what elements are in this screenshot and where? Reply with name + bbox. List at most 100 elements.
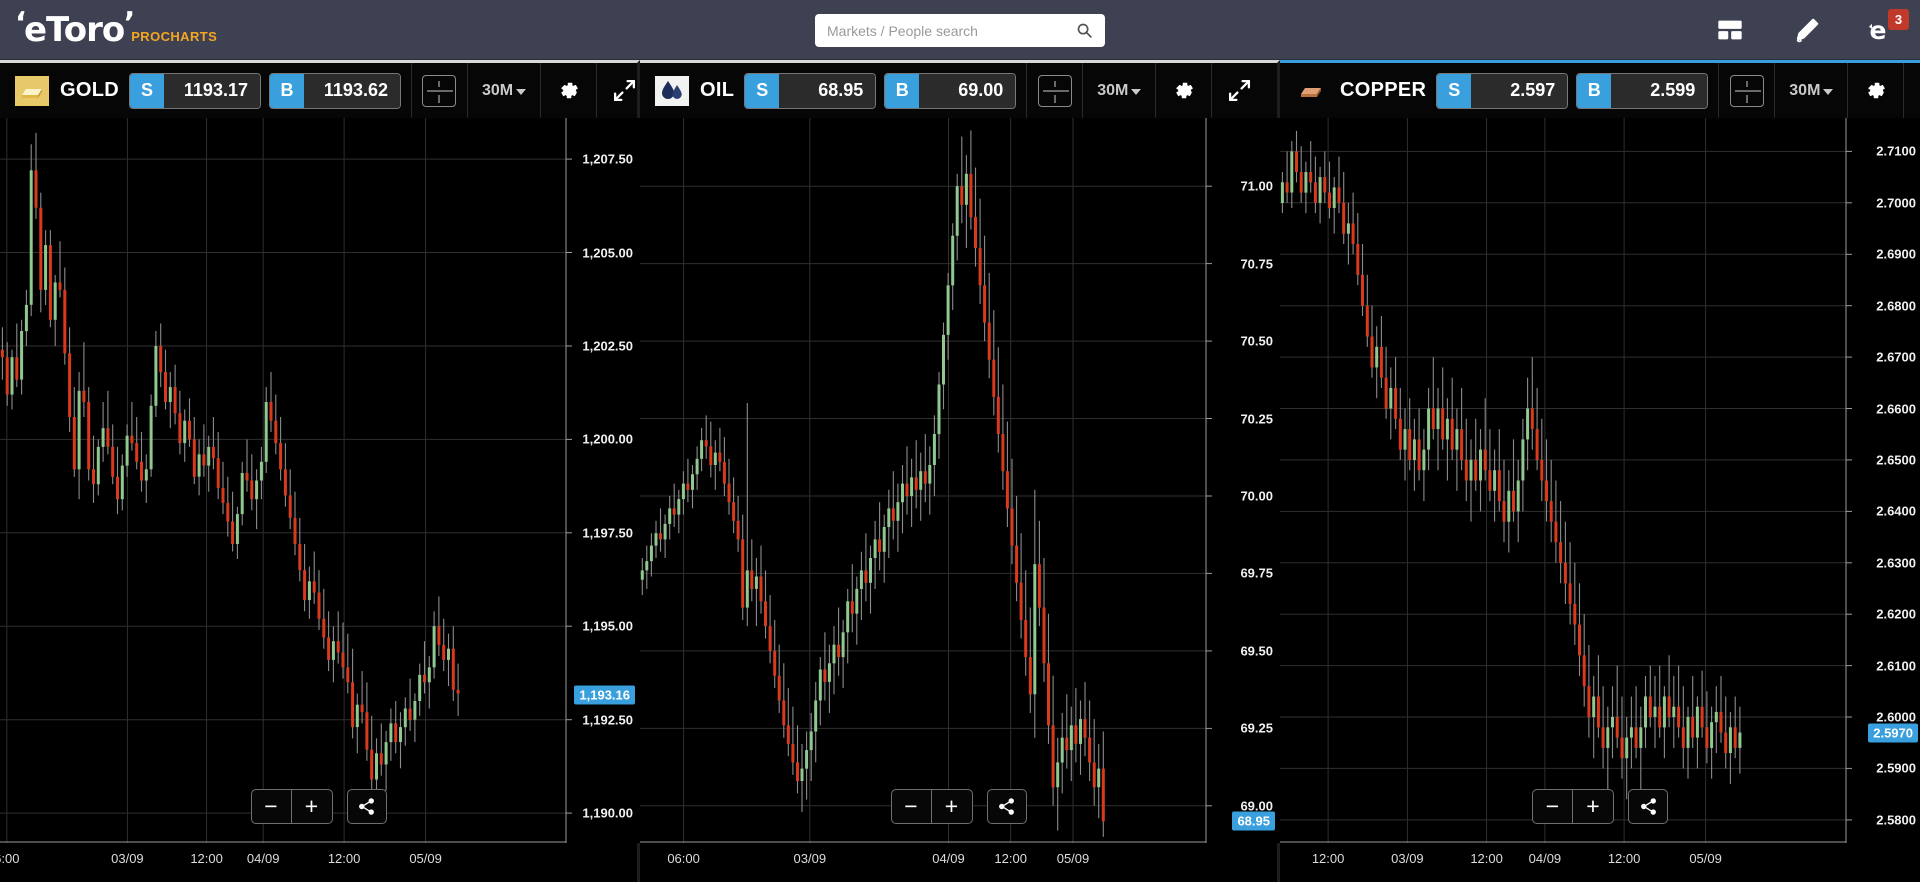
search-input[interactable] [827,22,1076,39]
settings-button-gold[interactable] [541,63,596,118]
x-tick-label: 03/09 [793,851,827,866]
fullscreen-button-oil[interactable] [1212,63,1267,118]
asset-name-copper: COPPER [1340,79,1427,101]
layout-grid-icon[interactable] [1714,14,1746,46]
plot-copper[interactable] [1280,118,1920,843]
asset-info-gold[interactable]: GOLD [0,63,119,118]
x-tick-label: 05/09 [1689,851,1722,866]
chart-controls-oil: − + [890,789,1027,824]
panel-toolbar-gold: GOLD S 1193.17 B 1193.62 30M [0,63,637,118]
chart-area-gold[interactable]: 1,207.50 1,205.00 1,202.50 1,200.00 1,197.50… [0,118,640,882]
fullscreen-button-copper[interactable] [1904,63,1920,118]
zoom-out-button-copper[interactable]: − [1533,790,1573,823]
timeframe-selector-gold[interactable]: 30M [468,82,540,100]
chart-area-oil[interactable]: 71.00 70.75 70.50 70.25 70.00 69.75 69.50 69.25… [640,118,1280,882]
procharts-label: PROCHARTS [131,28,218,44]
sell-price: 68.95 [779,73,876,108]
zoom-out-button-oil[interactable]: − [892,790,932,823]
chevron-down-icon [516,89,527,95]
x-axis-gold: 6:00 03/09 12:00 04/09 12:00 05/09 [0,840,637,882]
chart-panel-oil[interactable]: OIL S 68.95 B 69.00 30M 71.00 70.75 70.5… [640,60,1280,882]
share-button-oil[interactable] [986,789,1027,824]
sell-price: 1193.17 [163,73,260,108]
buy-price: 2.599 [1611,73,1708,108]
x-tick-label: 12:00 [190,851,223,866]
sell-label: S [745,73,780,108]
search-bar[interactable] [815,14,1105,47]
buy-price: 1193.62 [303,73,400,108]
plot-gold[interactable] [0,118,640,843]
sell-label: S [1437,73,1472,108]
buy-label: B [885,73,920,108]
buy-label: B [1577,73,1612,108]
chart-panels: GOLD S 1193.17 B 1193.62 30M 1,207.50 1,… [0,60,1920,882]
zoom-in-button-gold[interactable]: + [292,790,332,823]
x-axis-copper: 12:00 03/09 12:00 04/09 12:00 05/09 [1280,840,1920,882]
buy-label: B [269,73,304,108]
buy-quote-oil[interactable]: B 69.00 [884,72,1017,109]
search-icon[interactable] [1076,22,1093,39]
x-tick-label: 05/09 [1056,851,1090,866]
x-tick-label: 12:00 [994,851,1027,866]
gold-bar-icon [15,75,49,106]
toolbar-buttons-oil: 30M [1026,63,1267,118]
x-tick-label: 04/09 [246,851,280,866]
etoro-avatar-icon[interactable]: e 3 [1866,9,1909,46]
pencil-icon[interactable] [1790,14,1822,46]
svg-text:e: e [1870,16,1887,45]
asset-name-oil: OIL [700,79,735,101]
chevron-down-icon [1823,89,1834,95]
zoom-group-copper: − + [1532,789,1614,824]
sell-price: 2.597 [1471,73,1568,108]
asset-info-copper[interactable]: COPPER [1280,63,1426,118]
oil-drop-icon [655,75,689,106]
quotes-copper: S 2.597 B 2.599 [1436,72,1709,109]
zoom-group-oil: − + [890,789,973,824]
chart-panel-copper[interactable]: COPPER S 2.597 B 2.599 30M 2.7100 2.7000… [1280,60,1920,882]
buy-quote-gold[interactable]: B 1193.62 [268,72,401,109]
etoro-wordmark: eToro [15,9,135,47]
brand-logo: eToro PROCHARTS [0,9,218,47]
asset-name-gold: GOLD [60,79,119,101]
buy-price: 69.00 [919,73,1016,108]
copper-bar-icon [1295,76,1329,106]
x-tick-label: 05/09 [409,851,442,866]
timeframe-label: 30M [481,81,514,99]
crosshair-tool-copper[interactable] [1719,63,1774,118]
chart-controls-gold: − + [250,789,387,824]
x-tick-label: 06:00 [667,851,700,866]
plot-oil[interactable] [640,118,1280,843]
zoom-out-button-gold[interactable]: − [252,790,292,823]
panel-toolbar-oil: OIL S 68.95 B 69.00 30M [640,63,1277,118]
x-tick-label: 03/09 [111,851,144,866]
zoom-in-button-oil[interactable]: + [932,790,972,823]
quotes-gold: S 1193.17 B 1193.62 [128,72,401,109]
chart-controls-copper: − + [1532,789,1668,824]
asset-info-oil[interactable]: OIL [640,63,734,118]
quotes-oil: S 68.95 B 69.00 [744,72,1017,109]
header-actions: e 3 [1714,0,1909,60]
timeframe-selector-copper[interactable]: 30M [1775,82,1847,100]
chart-panel-gold[interactable]: GOLD S 1193.17 B 1193.62 30M 1,207.50 1,… [0,60,640,882]
timeframe-label: 30M [1097,81,1129,99]
sell-quote-oil[interactable]: S 68.95 [744,72,877,109]
buy-quote-copper[interactable]: B 2.599 [1576,72,1709,109]
settings-button-copper[interactable] [1848,63,1903,118]
share-button-gold[interactable] [346,789,387,824]
timeframe-label: 30M [1789,81,1821,99]
zoom-in-button-copper[interactable]: + [1573,790,1613,823]
sell-quote-copper[interactable]: S 2.597 [1436,72,1569,109]
crosshair-tool-oil[interactable] [1027,63,1082,118]
x-tick-label: 12:00 [1470,851,1503,866]
x-tick-label: 12:00 [327,851,361,866]
share-button-copper[interactable] [1628,789,1668,824]
timeframe-selector-oil[interactable]: 30M [1083,82,1155,100]
sell-quote-gold[interactable]: S 1193.17 [128,72,261,109]
crosshair-tool-gold[interactable] [412,63,467,118]
fullscreen-button-gold[interactable] [597,63,637,118]
x-tick-label: 04/09 [932,851,965,866]
chart-area-copper[interactable]: 2.7100 2.7000 2.6900 2.6800 2.6700 2.6600 2.65… [1280,118,1920,882]
settings-button-oil[interactable] [1156,63,1211,118]
toolbar-buttons-gold: 30M [410,63,637,118]
notification-badge: 3 [1888,9,1909,30]
